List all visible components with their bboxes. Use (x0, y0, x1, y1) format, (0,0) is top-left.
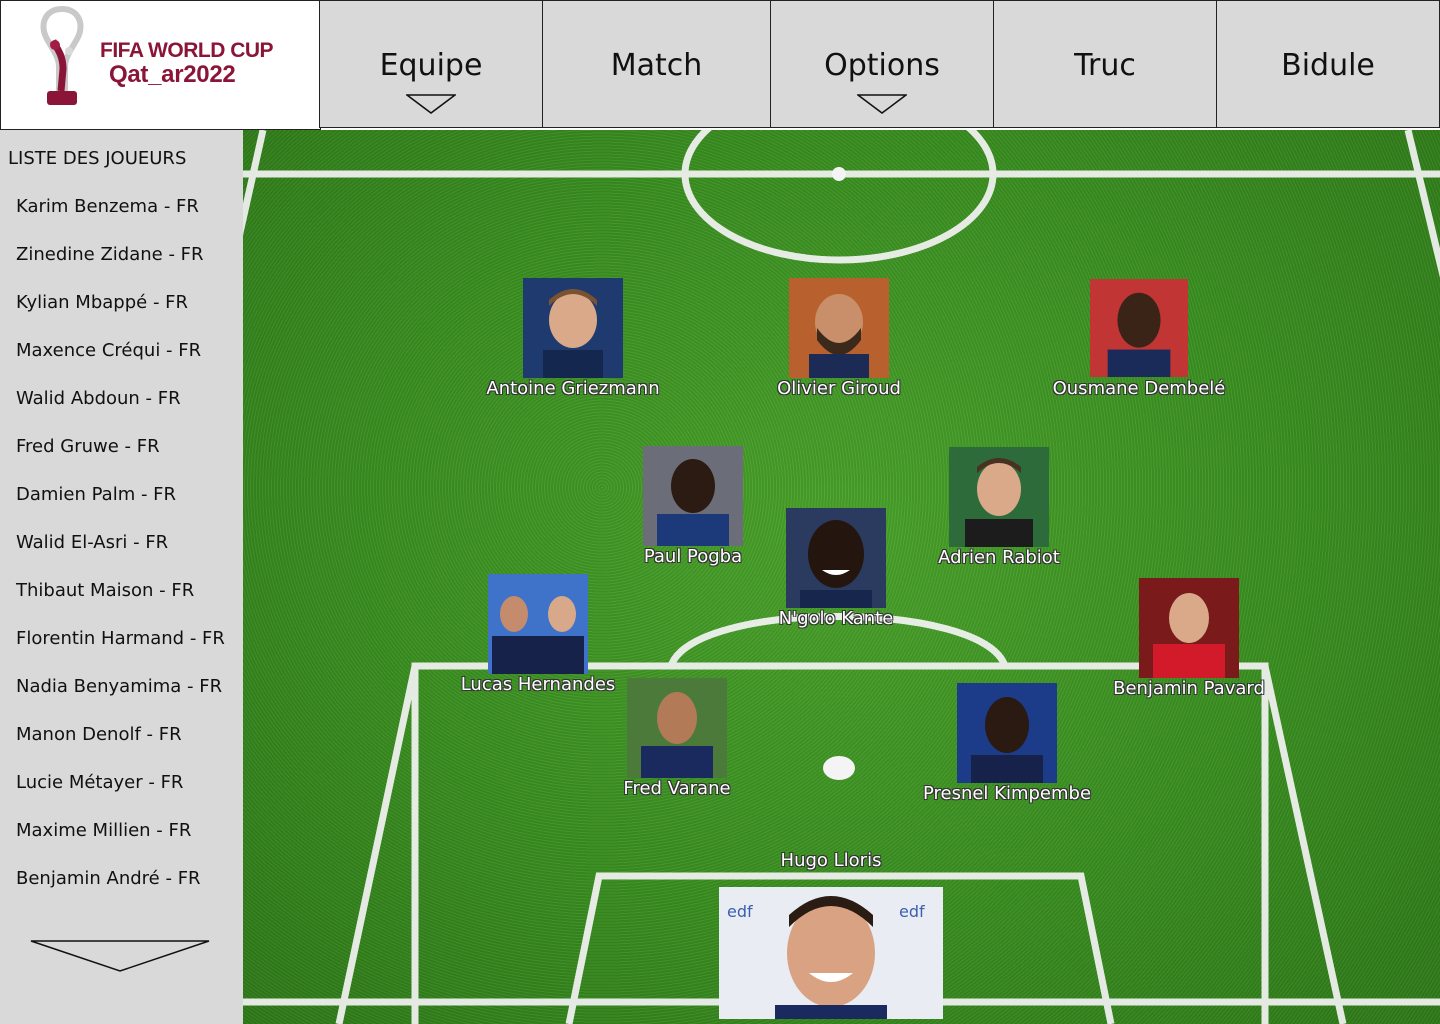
logo-title: FIFA WORLD CUP (100, 39, 274, 62)
list-item[interactable]: Damien Palm - FR (16, 484, 225, 532)
player-photo (789, 278, 889, 378)
player-photo (1139, 578, 1239, 678)
list-item[interactable]: Lucie Métayer - FR (16, 772, 225, 820)
nav-truc-label: Truc (1074, 48, 1136, 83)
player-photo (786, 508, 886, 608)
player-photo (627, 678, 727, 778)
player-card[interactable]: Ousmane Dembelé (1039, 278, 1239, 399)
player-name: Paul Pogba (643, 546, 743, 567)
top-header: FIFA WORLD CUP Qat_ar2022 Equipe Match O… (0, 0, 1440, 130)
list-item[interactable]: Thibaut Maison - FR (16, 580, 225, 628)
soccer-field: Antoine Griezmann Olivier Giroud Ousmane… (243, 130, 1440, 1024)
list-item[interactable]: Kylian Mbappé - FR (16, 292, 225, 340)
list-item[interactable]: Fred Gruwe - FR (16, 436, 225, 484)
list-item[interactable]: Walid El-Asri - FR (16, 532, 225, 580)
nav-options-label: Options (824, 48, 940, 83)
list-item[interactable]: Karim Benzema - FR (16, 196, 225, 244)
sidebar-title: LISTE DES JOUEURS (8, 148, 187, 169)
player-card[interactable]: Lucas Hernandes (448, 574, 628, 695)
nav-bidule[interactable]: Bidule (1216, 0, 1440, 128)
svg-text:edf: edf (899, 902, 925, 921)
player-name: Presnel Kimpembe (922, 783, 1092, 804)
player-card[interactable]: Antoine Griezmann (483, 278, 663, 399)
player-card[interactable]: N'golo Kante (766, 508, 906, 629)
player-name: Adrien Rabiot (938, 547, 1060, 568)
player-name: Fred Varane (623, 778, 731, 799)
chevron-down-icon[interactable] (406, 94, 456, 114)
player-photo: edf edf (719, 887, 943, 1019)
player-name: Olivier Giroud (777, 378, 901, 399)
player-card[interactable]: Fred Varane (607, 678, 747, 799)
nav-bidule-label: Bidule (1281, 48, 1375, 83)
player-name: Antoine Griezmann (486, 378, 660, 399)
nav-options[interactable]: Options (770, 0, 994, 128)
list-item[interactable]: Walid Abdoun - FR (16, 388, 225, 436)
world-cup-logo[interactable]: FIFA WORLD CUP Qat_ar2022 (0, 0, 321, 130)
player-card[interactable]: Benjamin Pavard (1109, 578, 1269, 699)
player-card[interactable]: Adrien Rabiot (929, 447, 1069, 568)
player-card[interactable]: Olivier Giroud (749, 278, 929, 399)
trophy-icon (40, 5, 84, 105)
player-name: Ousmane Dembelé (1052, 378, 1226, 399)
list-item[interactable]: Benjamin André - FR (16, 868, 225, 916)
nav-equipe[interactable]: Equipe (319, 0, 543, 128)
player-card[interactable]: Hugo Lloris edf edf (719, 850, 943, 1019)
player-photo (1090, 279, 1188, 377)
nav-match-label: Match (610, 48, 703, 83)
player-photo (643, 446, 743, 546)
player-photo (949, 447, 1049, 547)
player-list-sidebar: LISTE DES JOUEURS Karim Benzema - FR Zin… (0, 130, 243, 1024)
player-photo (523, 278, 623, 378)
list-item[interactable]: Nadia Benyamima - FR (16, 676, 225, 724)
player-name: Benjamin Pavard (1113, 678, 1265, 699)
nav-equipe-label: Equipe (379, 48, 483, 83)
player-name: Hugo Lloris (780, 850, 882, 871)
player-list: Karim Benzema - FR Zinedine Zidane - FR … (16, 196, 225, 916)
list-item[interactable]: Manon Denolf - FR (16, 724, 225, 772)
list-item[interactable]: Maxime Millien - FR (16, 820, 225, 868)
chevron-down-icon[interactable] (857, 94, 907, 114)
player-photo (957, 683, 1057, 783)
player-photo (488, 574, 588, 674)
scroll-down-chevron-icon[interactable] (30, 940, 210, 972)
nav-match[interactable]: Match (542, 0, 771, 128)
nav-truc[interactable]: Truc (993, 0, 1217, 128)
list-item[interactable]: Zinedine Zidane - FR (16, 244, 225, 292)
list-item[interactable]: Maxence Créqui - FR (16, 340, 225, 388)
svg-text:edf: edf (727, 902, 753, 921)
player-card[interactable]: Paul Pogba (623, 446, 763, 567)
list-item[interactable]: Florentin Harmand - FR (16, 628, 225, 676)
player-card[interactable]: Presnel Kimpembe (907, 683, 1107, 804)
logo-subtitle: Qat_ar2022 (109, 61, 236, 88)
player-name: N'golo Kante (778, 608, 894, 629)
player-name: Lucas Hernandes (460, 674, 616, 695)
